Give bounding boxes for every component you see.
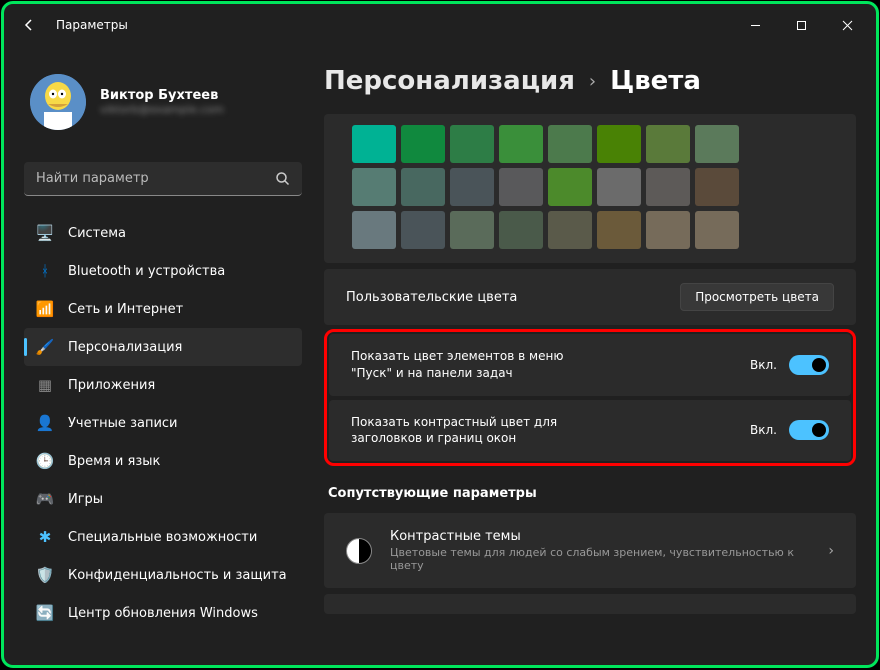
search-input[interactable]: Найти параметр bbox=[24, 162, 302, 196]
sidebar-item-bluetooth[interactable]: ᚼ Bluetooth и устройства bbox=[24, 252, 302, 290]
back-icon[interactable] bbox=[22, 17, 38, 33]
sidebar-item-label: Сеть и Интернет bbox=[68, 302, 183, 317]
toggle-label: Показать цвет элементов в меню "Пуск" и … bbox=[351, 348, 601, 382]
sidebar-item-label: Система bbox=[68, 226, 126, 241]
search-icon bbox=[275, 171, 290, 186]
sidebar-item-label: Время и язык bbox=[68, 454, 160, 469]
chevron-right-icon: › bbox=[828, 543, 834, 559]
toggle-switch[interactable] bbox=[789, 355, 829, 375]
update-icon: 🔄 bbox=[36, 604, 54, 622]
privacy-icon: 🛡️ bbox=[36, 566, 54, 584]
view-colors-button[interactable]: Просмотреть цвета bbox=[680, 283, 834, 311]
breadcrumb: Персонализация › Цвета bbox=[324, 46, 856, 114]
user-block[interactable]: Виктор Бухтеев viktorb@example.com bbox=[24, 46, 302, 150]
close-button[interactable] bbox=[824, 9, 870, 41]
color-swatch[interactable] bbox=[646, 125, 690, 163]
color-swatch[interactable] bbox=[352, 168, 396, 206]
breadcrumb-parent[interactable]: Персонализация bbox=[324, 66, 575, 96]
toggle-label: Показать контрастный цвет для заголовков… bbox=[351, 414, 601, 448]
color-swatch[interactable] bbox=[499, 211, 543, 249]
custom-colors-label: Пользовательские цвета bbox=[346, 290, 680, 305]
color-swatch[interactable] bbox=[548, 125, 592, 163]
sidebar: Виктор Бухтеев viktorb@example.com Найти… bbox=[4, 46, 314, 665]
breadcrumb-current: Цвета bbox=[610, 66, 701, 96]
toggle-switch[interactable] bbox=[789, 420, 829, 440]
highlight-annotation: Показать цвет элементов в меню "Пуск" и … bbox=[324, 329, 856, 466]
sidebar-item-label: Учетные записи bbox=[68, 416, 178, 431]
window-title: Параметры bbox=[56, 18, 128, 32]
accounts-icon: 👤 bbox=[36, 414, 54, 432]
sidebar-item-label: Центр обновления Windows bbox=[68, 606, 258, 621]
time-icon: 🕒 bbox=[36, 452, 54, 470]
color-swatch[interactable] bbox=[597, 211, 641, 249]
color-swatch[interactable] bbox=[450, 125, 494, 163]
section-heading: Сопутствующие параметры bbox=[324, 466, 856, 513]
sidebar-item-label: Конфиденциальность и защита bbox=[68, 568, 287, 583]
network-icon: 📶 bbox=[36, 300, 54, 318]
color-swatch[interactable] bbox=[499, 168, 543, 206]
sidebar-item-apps[interactable]: ▦ Приложения bbox=[24, 366, 302, 404]
sidebar-item-label: Bluetooth и устройства bbox=[68, 264, 225, 279]
minimize-button[interactable] bbox=[732, 9, 778, 41]
contrast-icon bbox=[346, 538, 372, 564]
link-title: Контрастные темы bbox=[390, 529, 810, 544]
link-subtitle: Цветовые темы для людей со слабым зрение… bbox=[390, 546, 810, 572]
color-swatches bbox=[324, 114, 856, 263]
sidebar-item-label: Персонализация bbox=[68, 340, 182, 355]
sidebar-item-label: Игры bbox=[68, 492, 103, 507]
sidebar-item-accounts[interactable]: 👤 Учетные записи bbox=[24, 404, 302, 442]
toggle-state: Вкл. bbox=[750, 358, 777, 372]
color-swatch[interactable] bbox=[695, 125, 739, 163]
maximize-button[interactable] bbox=[778, 9, 824, 41]
color-swatch[interactable] bbox=[499, 125, 543, 163]
color-swatch[interactable] bbox=[401, 168, 445, 206]
user-name: Виктор Бухтеев bbox=[100, 88, 224, 103]
sidebar-item-label: Специальные возможности bbox=[68, 530, 257, 545]
sidebar-item-games[interactable]: 🎮 Игры bbox=[24, 480, 302, 518]
toggle-title-borders: Показать контрастный цвет для заголовков… bbox=[329, 400, 851, 462]
color-swatch[interactable] bbox=[597, 125, 641, 163]
accessibility-icon: ✱ bbox=[36, 528, 54, 546]
contrast-themes-link[interactable]: Контрастные темы Цветовые темы для людей… bbox=[324, 513, 856, 588]
color-swatch[interactable] bbox=[352, 125, 396, 163]
color-swatch[interactable] bbox=[450, 168, 494, 206]
sidebar-item-system[interactable]: 🖥️ Система bbox=[24, 214, 302, 252]
toggle-start-taskbar: Показать цвет элементов в меню "Пуск" и … bbox=[329, 334, 851, 396]
color-swatch[interactable] bbox=[352, 211, 396, 249]
main-panel: Персонализация › Цвета Пользовательские … bbox=[314, 46, 876, 665]
sidebar-item-update[interactable]: 🔄 Центр обновления Windows bbox=[24, 594, 302, 632]
color-swatch[interactable] bbox=[646, 168, 690, 206]
avatar bbox=[30, 74, 86, 130]
sidebar-item-label: Приложения bbox=[68, 378, 155, 393]
custom-colors-row: Пользовательские цвета Просмотреть цвета bbox=[324, 269, 856, 325]
sidebar-item-privacy[interactable]: 🛡️ Конфиденциальность и защита bbox=[24, 556, 302, 594]
color-swatch[interactable] bbox=[401, 211, 445, 249]
color-swatch[interactable] bbox=[646, 211, 690, 249]
search-placeholder: Найти параметр bbox=[36, 171, 149, 186]
color-swatch[interactable] bbox=[450, 211, 494, 249]
sidebar-item-time[interactable]: 🕒 Время и язык bbox=[24, 442, 302, 480]
sidebar-item-accessibility[interactable]: ✱ Специальные возможности bbox=[24, 518, 302, 556]
color-swatch[interactable] bbox=[548, 168, 592, 206]
sidebar-item-network[interactable]: 📶 Сеть и Интернет bbox=[24, 290, 302, 328]
color-swatch[interactable] bbox=[695, 168, 739, 206]
color-swatch[interactable] bbox=[695, 211, 739, 249]
color-swatch[interactable] bbox=[401, 125, 445, 163]
toggle-state: Вкл. bbox=[750, 423, 777, 437]
color-swatch[interactable] bbox=[548, 211, 592, 249]
apps-icon: ▦ bbox=[36, 376, 54, 394]
sidebar-item-personalization[interactable]: 🖌️ Персонализация bbox=[24, 328, 302, 366]
color-swatch[interactable] bbox=[597, 168, 641, 206]
user-email: viktorb@example.com bbox=[100, 103, 224, 116]
system-icon: 🖥️ bbox=[36, 224, 54, 242]
partial-row bbox=[324, 594, 856, 614]
bluetooth-icon: ᚼ bbox=[36, 262, 54, 280]
games-icon: 🎮 bbox=[36, 490, 54, 508]
chevron-right-icon: › bbox=[589, 71, 596, 92]
personalization-icon: 🖌️ bbox=[36, 338, 54, 356]
